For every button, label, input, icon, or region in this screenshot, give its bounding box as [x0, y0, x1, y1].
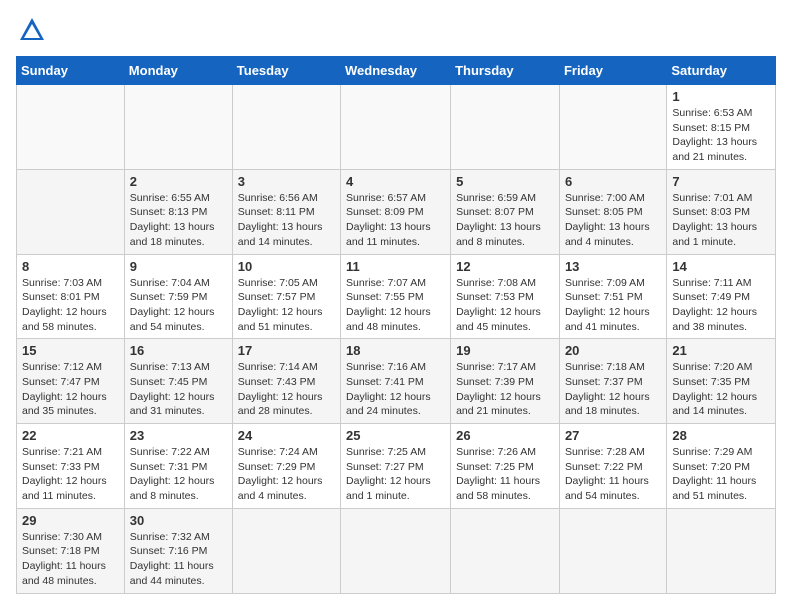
- empty-cell: [451, 508, 560, 593]
- calendar-day: 12Sunrise: 7:08 AMSunset: 7:53 PMDayligh…: [451, 254, 560, 339]
- calendar-day: 14Sunrise: 7:11 AMSunset: 7:49 PMDayligh…: [667, 254, 776, 339]
- calendar-table: SundayMondayTuesdayWednesdayThursdayFrid…: [16, 56, 776, 594]
- calendar-day: 22Sunrise: 7:21 AMSunset: 7:33 PMDayligh…: [17, 424, 125, 509]
- calendar-day: 16Sunrise: 7:13 AMSunset: 7:45 PMDayligh…: [124, 339, 232, 424]
- calendar-body: 1Sunrise: 6:53 AMSunset: 8:15 PMDaylight…: [17, 85, 776, 594]
- calendar-day: 8Sunrise: 7:03 AMSunset: 8:01 PMDaylight…: [17, 254, 125, 339]
- calendar-day: 11Sunrise: 7:07 AMSunset: 7:55 PMDayligh…: [341, 254, 451, 339]
- week-row: 15Sunrise: 7:12 AMSunset: 7:47 PMDayligh…: [17, 339, 776, 424]
- empty-cell: [17, 85, 125, 170]
- empty-cell: [559, 85, 666, 170]
- calendar-day: 2Sunrise: 6:55 AMSunset: 8:13 PMDaylight…: [124, 169, 232, 254]
- column-header-saturday: Saturday: [667, 57, 776, 85]
- calendar-day: 25Sunrise: 7:25 AMSunset: 7:27 PMDayligh…: [341, 424, 451, 509]
- calendar-day: 26Sunrise: 7:26 AMSunset: 7:25 PMDayligh…: [451, 424, 560, 509]
- empty-cell: [341, 85, 451, 170]
- calendar-day: 24Sunrise: 7:24 AMSunset: 7:29 PMDayligh…: [232, 424, 340, 509]
- empty-cell: [17, 169, 125, 254]
- column-header-thursday: Thursday: [451, 57, 560, 85]
- calendar-day: 4Sunrise: 6:57 AMSunset: 8:09 PMDaylight…: [341, 169, 451, 254]
- calendar-day: 1Sunrise: 6:53 AMSunset: 8:15 PMDaylight…: [667, 85, 776, 170]
- column-header-sunday: Sunday: [17, 57, 125, 85]
- empty-cell: [124, 85, 232, 170]
- calendar-day: 13Sunrise: 7:09 AMSunset: 7:51 PMDayligh…: [559, 254, 666, 339]
- calendar-day: 15Sunrise: 7:12 AMSunset: 7:47 PMDayligh…: [17, 339, 125, 424]
- logo-icon: [18, 16, 46, 44]
- column-header-friday: Friday: [559, 57, 666, 85]
- calendar-header: SundayMondayTuesdayWednesdayThursdayFrid…: [17, 57, 776, 85]
- calendar-day: 6Sunrise: 7:00 AMSunset: 8:05 PMDaylight…: [559, 169, 666, 254]
- empty-cell: [341, 508, 451, 593]
- calendar-day: 23Sunrise: 7:22 AMSunset: 7:31 PMDayligh…: [124, 424, 232, 509]
- header-row: SundayMondayTuesdayWednesdayThursdayFrid…: [17, 57, 776, 85]
- calendar-day: 21Sunrise: 7:20 AMSunset: 7:35 PMDayligh…: [667, 339, 776, 424]
- empty-cell: [667, 508, 776, 593]
- column-header-monday: Monday: [124, 57, 232, 85]
- calendar-day: 18Sunrise: 7:16 AMSunset: 7:41 PMDayligh…: [341, 339, 451, 424]
- empty-cell: [232, 85, 340, 170]
- calendar-day: 3Sunrise: 6:56 AMSunset: 8:11 PMDaylight…: [232, 169, 340, 254]
- week-row: 2Sunrise: 6:55 AMSunset: 8:13 PMDaylight…: [17, 169, 776, 254]
- calendar-day: 28Sunrise: 7:29 AMSunset: 7:20 PMDayligh…: [667, 424, 776, 509]
- week-row: 8Sunrise: 7:03 AMSunset: 8:01 PMDaylight…: [17, 254, 776, 339]
- calendar-day: 20Sunrise: 7:18 AMSunset: 7:37 PMDayligh…: [559, 339, 666, 424]
- calendar-day: 19Sunrise: 7:17 AMSunset: 7:39 PMDayligh…: [451, 339, 560, 424]
- calendar-day: 29Sunrise: 7:30 AMSunset: 7:18 PMDayligh…: [17, 508, 125, 593]
- week-row: 1Sunrise: 6:53 AMSunset: 8:15 PMDaylight…: [17, 85, 776, 170]
- calendar-day: 10Sunrise: 7:05 AMSunset: 7:57 PMDayligh…: [232, 254, 340, 339]
- calendar-day: 30Sunrise: 7:32 AMSunset: 7:16 PMDayligh…: [124, 508, 232, 593]
- empty-cell: [451, 85, 560, 170]
- empty-cell: [232, 508, 340, 593]
- column-header-tuesday: Tuesday: [232, 57, 340, 85]
- calendar-day: 7Sunrise: 7:01 AMSunset: 8:03 PMDaylight…: [667, 169, 776, 254]
- week-row: 29Sunrise: 7:30 AMSunset: 7:18 PMDayligh…: [17, 508, 776, 593]
- week-row: 22Sunrise: 7:21 AMSunset: 7:33 PMDayligh…: [17, 424, 776, 509]
- logo: [16, 16, 46, 44]
- column-header-wednesday: Wednesday: [341, 57, 451, 85]
- empty-cell: [559, 508, 666, 593]
- page-header: [16, 16, 776, 44]
- calendar-day: 17Sunrise: 7:14 AMSunset: 7:43 PMDayligh…: [232, 339, 340, 424]
- calendar-day: 5Sunrise: 6:59 AMSunset: 8:07 PMDaylight…: [451, 169, 560, 254]
- calendar-day: 9Sunrise: 7:04 AMSunset: 7:59 PMDaylight…: [124, 254, 232, 339]
- calendar-day: 27Sunrise: 7:28 AMSunset: 7:22 PMDayligh…: [559, 424, 666, 509]
